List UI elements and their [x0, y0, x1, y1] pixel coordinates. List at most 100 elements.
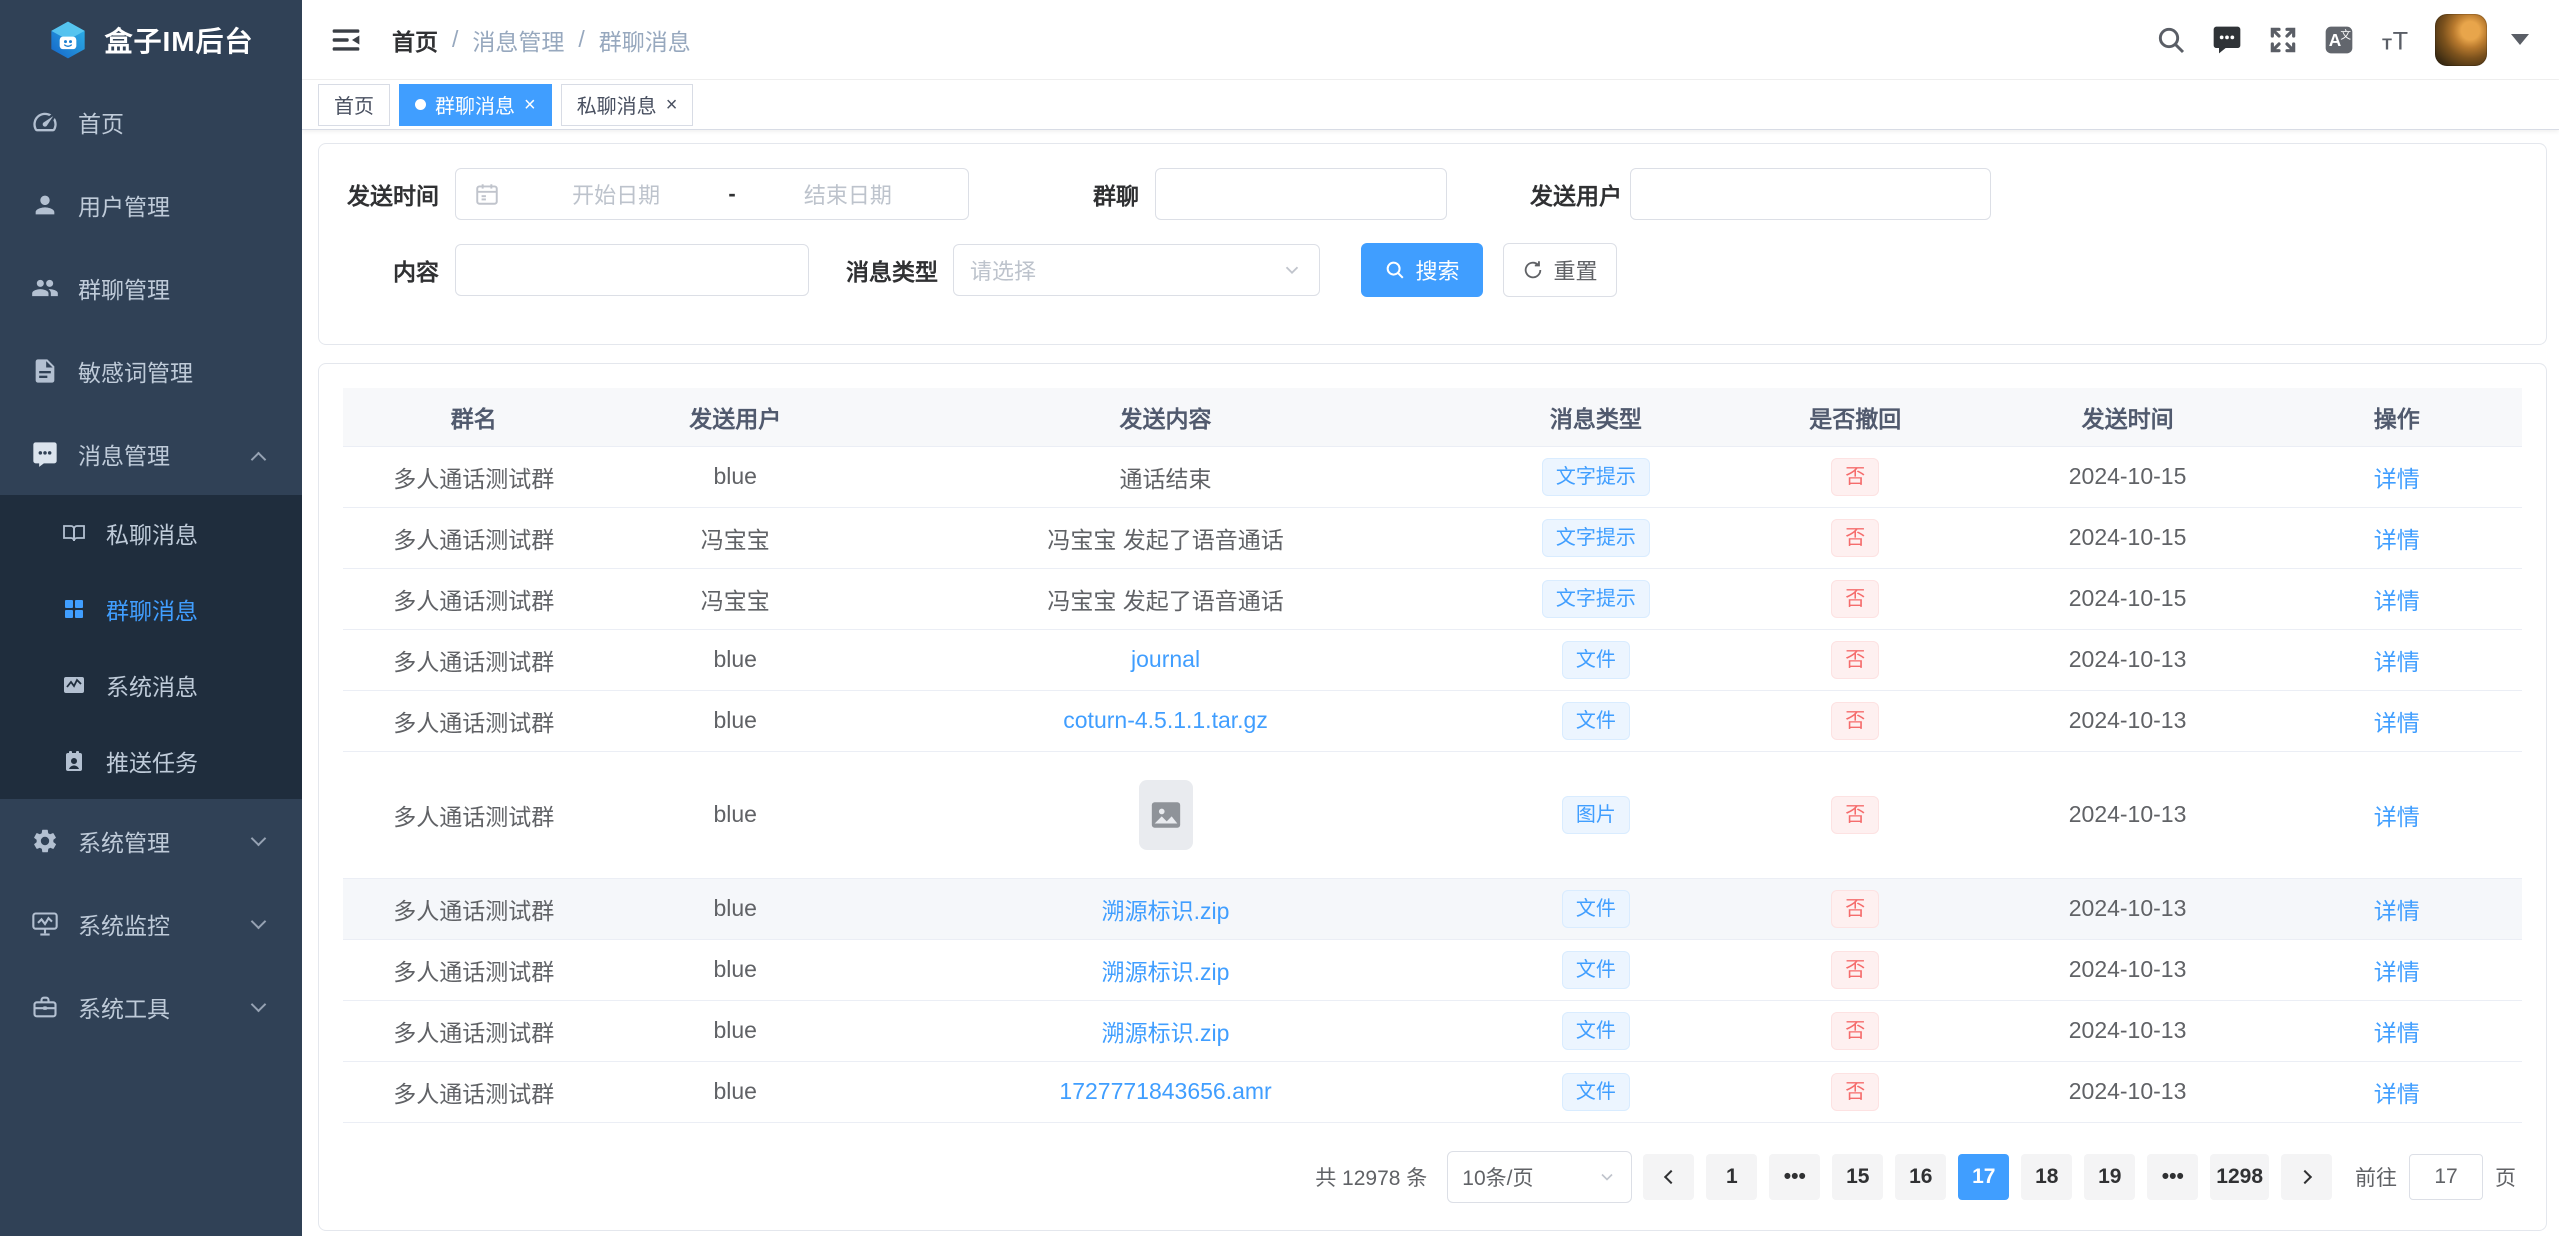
prev-page-button[interactable] — [1643, 1154, 1694, 1200]
tab-label: 群聊消息 — [435, 90, 515, 119]
recalled-tag: 否 — [1831, 702, 1879, 740]
close-icon[interactable]: × — [666, 95, 678, 115]
send-time-label: 发送时间 — [343, 177, 439, 211]
page-size-select[interactable]: 10条/页 — [1447, 1151, 1632, 1203]
message-type-select[interactable]: 请选择 — [953, 244, 1320, 296]
tab-label: 私聊消息 — [577, 90, 657, 119]
font-size-icon[interactable]: TT — [2379, 24, 2411, 56]
breadcrumb-home[interactable]: 首页 — [392, 23, 438, 57]
sidebar-item-push-tasks[interactable]: 推送任务 — [0, 723, 302, 799]
cell-time: 2024-10-13 — [1984, 751, 2272, 878]
date-range-picker[interactable]: 开始日期 - 结束日期 — [455, 168, 969, 220]
type-tag: 文件 — [1562, 702, 1630, 740]
sidebar-item-users[interactable]: 用户管理 — [0, 163, 302, 246]
detail-link[interactable]: 详情 — [2374, 649, 2420, 675]
page-content: 发送时间 开始日期 - 结束日期 群聊 发送用户 内容 消息类型 请选择 — [302, 131, 2559, 1236]
sidebar-item-group-messages[interactable]: 群聊消息 — [0, 571, 302, 647]
tab-private-messages[interactable]: 私聊消息 × — [561, 84, 694, 126]
more-pages-button[interactable]: ••• — [2147, 1154, 2198, 1200]
app-logo-icon — [48, 20, 88, 60]
page-button[interactable]: 18 — [2021, 1154, 2072, 1200]
page-button[interactable]: 1298 — [2210, 1154, 2269, 1200]
app-title: 盒子IM后台 — [104, 20, 253, 60]
cell-group: 多人通话测试群 — [343, 568, 604, 629]
detail-link[interactable]: 详情 — [2374, 466, 2420, 492]
more-pages-button[interactable]: ••• — [1769, 1154, 1820, 1200]
detail-link[interactable]: 详情 — [2374, 527, 2420, 553]
file-link[interactable]: journal — [1131, 646, 1200, 672]
detail-link[interactable]: 详情 — [2374, 1020, 2420, 1046]
col-type: 消息类型 — [1465, 388, 1726, 446]
filter-row-1: 发送时间 开始日期 - 结束日期 群聊 发送用户 — [343, 168, 2546, 220]
sidebar-item-private-messages[interactable]: 私聊消息 — [0, 495, 302, 571]
image-thumbnail[interactable] — [1139, 780, 1193, 850]
col-recalled: 是否撤回 — [1727, 388, 1984, 446]
file-link[interactable]: 溯源标识.zip — [1102, 959, 1230, 985]
sidebar-item-home[interactable]: 首页 — [0, 80, 302, 163]
chat-icon[interactable] — [2211, 24, 2243, 56]
sender-label: 发送用户 — [1447, 177, 1622, 211]
file-link[interactable]: coturn-4.5.1.1.tar.gz — [1063, 707, 1268, 733]
document-icon — [31, 357, 59, 385]
search-button[interactable]: 搜索 — [1361, 243, 1483, 297]
sidebar-collapse-icon[interactable] — [330, 24, 362, 56]
detail-link[interactable]: 详情 — [2374, 588, 2420, 614]
sidebar-item-label: 首页 — [78, 105, 124, 139]
calendar-icon — [474, 181, 500, 207]
chevron-down-icon — [251, 914, 267, 930]
type-tag: 文件 — [1562, 890, 1630, 928]
sidebar-item-system-monitor[interactable]: 系统监控 — [0, 882, 302, 965]
content-label: 内容 — [343, 253, 439, 287]
cell-content: 通话结束 — [866, 446, 1465, 507]
detail-link[interactable]: 详情 — [2374, 1081, 2420, 1107]
goto-page-input[interactable] — [2409, 1154, 2483, 1200]
image-placeholder-icon — [1149, 798, 1183, 832]
sidebar-item-groups[interactable]: 群聊管理 — [0, 246, 302, 329]
detail-link[interactable]: 详情 — [2374, 959, 2420, 985]
table-row: 多人通话测试群 blue coturn-4.5.1.1.tar.gz 文件 否 … — [343, 690, 2522, 751]
avatar-dropdown-caret-icon[interactable] — [2511, 34, 2529, 45]
translate-icon[interactable]: A文 — [2323, 24, 2355, 56]
sidebar-item-system-management[interactable]: 系统管理 — [0, 799, 302, 882]
group-input[interactable] — [1155, 168, 1447, 220]
fullscreen-icon[interactable] — [2267, 24, 2299, 56]
end-date-input[interactable]: 结束日期 — [742, 178, 954, 210]
start-date-input[interactable]: 开始日期 — [510, 178, 722, 210]
tab-home[interactable]: 首页 — [318, 84, 390, 126]
topbar: 首页 / 消息管理 / 群聊消息 A文 TT — [302, 0, 2559, 80]
select-placeholder: 请选择 — [970, 254, 1036, 286]
file-link[interactable]: 溯源标识.zip — [1102, 1020, 1230, 1046]
close-icon[interactable]: × — [524, 95, 536, 115]
user-avatar[interactable] — [2435, 14, 2487, 66]
detail-link[interactable]: 详情 — [2374, 710, 2420, 736]
pagination: 共 12978 条 10条/页 1 ••• 15 16 17 18 19 •••… — [343, 1151, 2522, 1203]
sidebar-item-label: 系统工具 — [78, 990, 170, 1024]
file-link[interactable]: 溯源标识.zip — [1102, 898, 1230, 924]
sidebar-item-messages[interactable]: 消息管理 — [0, 412, 302, 495]
sidebar-item-system-messages[interactable]: 系统消息 — [0, 647, 302, 723]
page-button[interactable]: 19 — [2084, 1154, 2135, 1200]
detail-link[interactable]: 详情 — [2374, 898, 2420, 924]
sender-input[interactable] — [1630, 168, 1991, 220]
tab-group-messages[interactable]: 群聊消息 × — [399, 84, 552, 126]
page-button[interactable]: 16 — [1895, 1154, 1946, 1200]
main-area: 首页 / 消息管理 / 群聊消息 A文 TT 首页 群聊消息 × 私 — [302, 0, 2559, 1236]
cell-sender: 冯宝宝 — [604, 507, 865, 568]
reset-button[interactable]: 重置 — [1503, 243, 1617, 297]
page-button[interactable]: 15 — [1832, 1154, 1883, 1200]
detail-link[interactable]: 详情 — [2374, 804, 2420, 830]
col-actions: 操作 — [2271, 388, 2522, 446]
sidebar-item-label: 用户管理 — [78, 188, 170, 222]
cell-sender: blue — [604, 446, 865, 507]
page-button-active[interactable]: 17 — [1958, 1154, 2009, 1200]
file-link[interactable]: 1727771843656.amr — [1059, 1078, 1271, 1104]
active-dot — [415, 99, 426, 110]
content-input[interactable] — [455, 244, 809, 296]
search-icon — [1384, 259, 1406, 281]
next-page-button[interactable] — [2281, 1154, 2332, 1200]
sidebar-item-system-tools[interactable]: 系统工具 — [0, 965, 302, 1048]
page-button[interactable]: 1 — [1706, 1154, 1757, 1200]
sidebar-item-sensitive-words[interactable]: 敏感词管理 — [0, 329, 302, 412]
breadcrumb-message-management[interactable]: 消息管理 — [472, 23, 564, 57]
search-icon[interactable] — [2155, 24, 2187, 56]
